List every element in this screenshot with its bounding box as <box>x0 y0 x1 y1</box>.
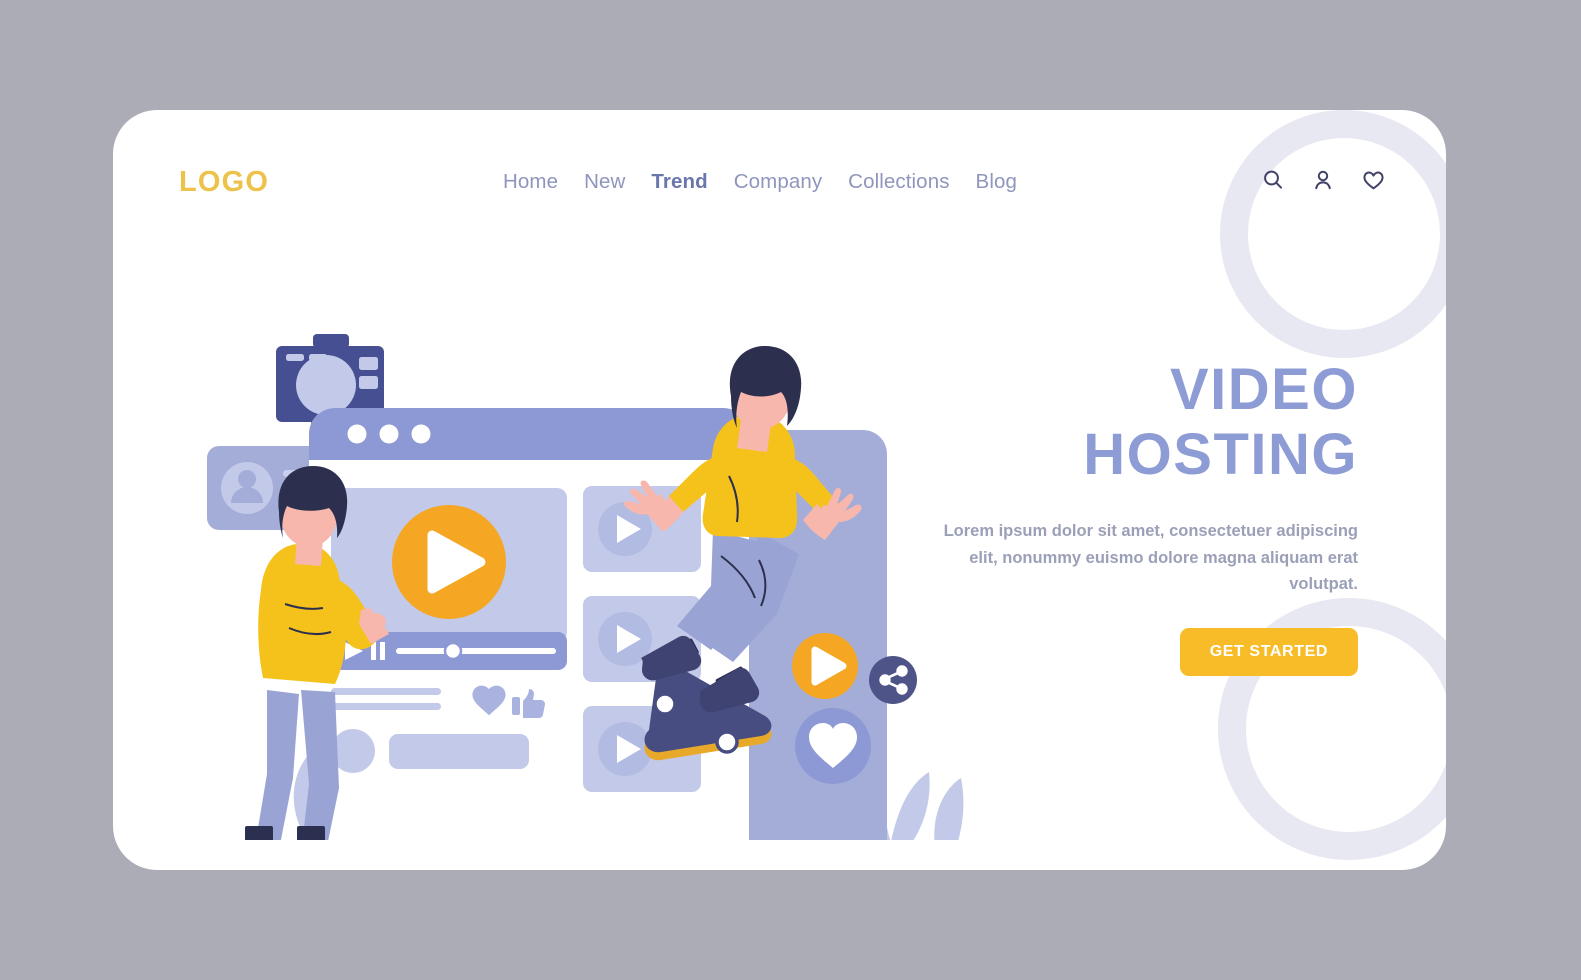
browser-dot-1 <box>347 424 367 444</box>
hero-title-line-1: VIDEO <box>1170 357 1358 422</box>
landing-page-card: LOGO Home New Trend Company Collections … <box>113 110 1446 870</box>
comment-input <box>389 734 529 769</box>
browser-chrome-bar <box>309 408 749 460</box>
progress-knob <box>443 641 463 661</box>
comment-row[interactable] <box>331 729 529 773</box>
user-icon[interactable] <box>1311 168 1335 192</box>
progress-track <box>396 648 556 654</box>
video-hosting-illustration <box>193 260 983 840</box>
browser-dot-2 <box>379 424 399 444</box>
nav-item-trend[interactable]: Trend <box>651 170 707 194</box>
main-navigation: Home New Trend Company Collections Blog <box>503 170 1017 194</box>
browser-dot-3 <box>411 424 431 444</box>
nav-item-blog[interactable]: Blog <box>976 170 1017 194</box>
header-icon-group <box>1261 168 1386 192</box>
get-started-button[interactable]: GET STARTED <box>1179 628 1358 677</box>
hero-description: Lorem ipsum dolor sit amet, consectetuer… <box>943 521 1358 594</box>
search-icon[interactable] <box>1261 168 1285 192</box>
logo[interactable]: LOGO <box>179 166 269 199</box>
camera-lens <box>296 355 356 415</box>
nav-item-company[interactable]: Company <box>734 170 822 194</box>
hero-text-block: VIDEO HOSTING Lorem ipsum dolor sit amet… <box>928 357 1358 677</box>
nav-item-home[interactable]: Home <box>503 170 558 194</box>
heart-icon[interactable] <box>1361 168 1386 192</box>
nav-item-new[interactable]: New <box>584 170 625 194</box>
page-header: LOGO Home New Trend Company Collections … <box>113 110 1446 260</box>
nav-item-collections[interactable]: Collections <box>848 170 949 194</box>
share-bubble <box>869 656 917 704</box>
page-title: VIDEO HOSTING <box>928 357 1358 488</box>
hero-title-line-2: HOSTING <box>1083 421 1358 487</box>
